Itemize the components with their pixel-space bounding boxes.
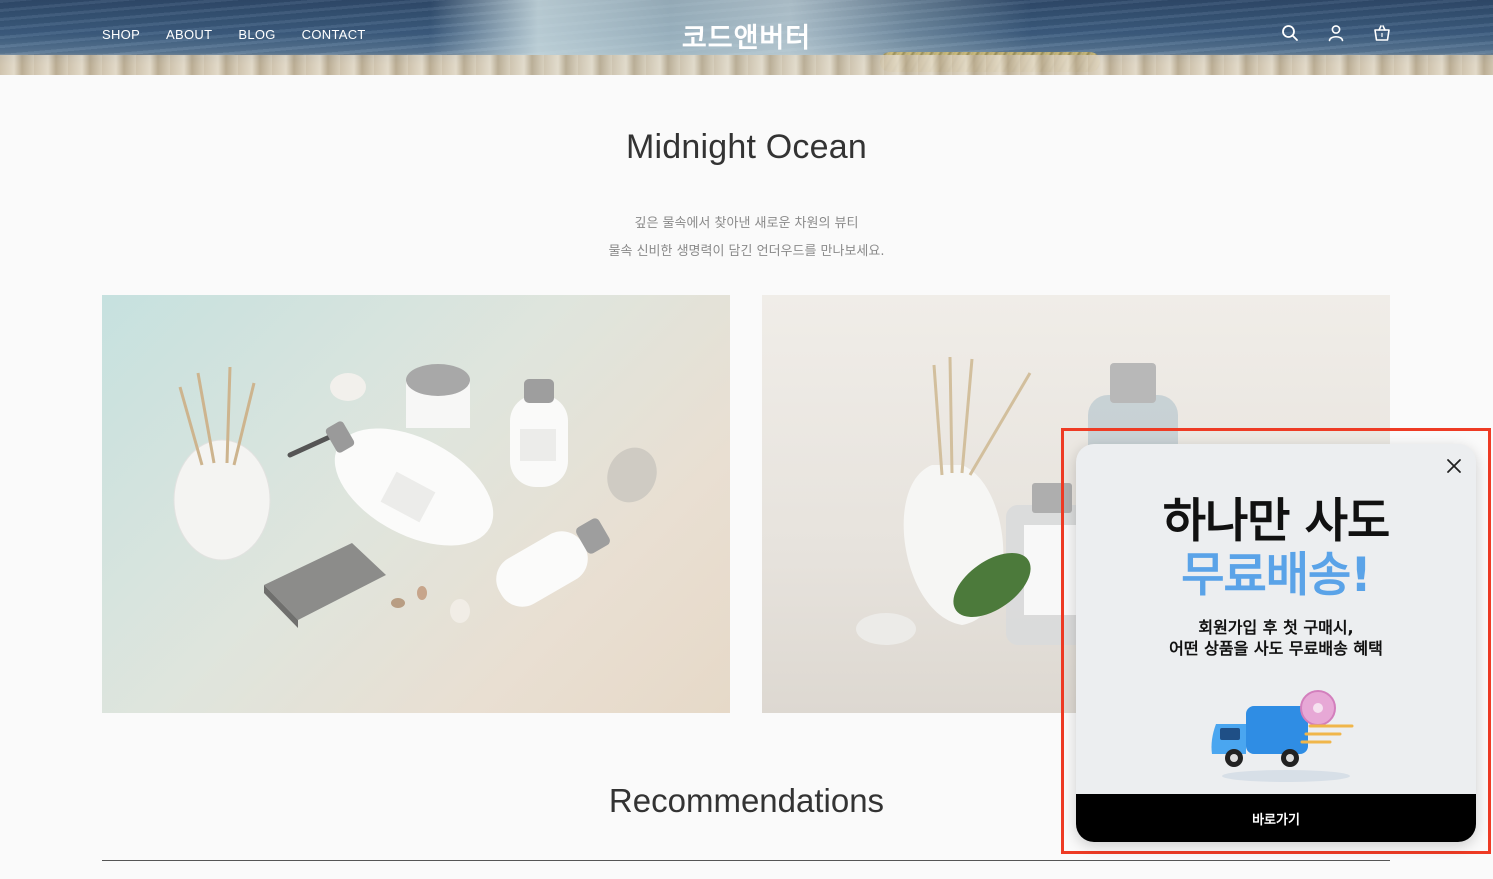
delivery-truck-icon	[1206, 684, 1356, 784]
header-icons	[1281, 24, 1393, 44]
page-title: Midnight Ocean	[626, 128, 867, 166]
popup-subtext-line-2: 어떤 상품을 사도 무료배송 혜택	[1169, 639, 1383, 658]
site-logo[interactable]: 코드앤버터	[0, 16, 1493, 55]
header-rocks-image	[0, 55, 1493, 75]
header-banner: SHOP ABOUT BLOG CONTACT 코드앤버터	[0, 0, 1493, 75]
popup-subtext: 회원가입 후 첫 구매시, 어떤 상품을 사도 무료배송 혜택	[1076, 617, 1476, 659]
promo-popup: 하나만 사도 무료배송! 회원가입 후 첫 구매시, 어떤 상품을 사도 무료배…	[1076, 444, 1476, 842]
product-photo-left[interactable]	[102, 295, 730, 713]
description-line-1: 깊은 물속에서 찾아낸 새로운 차원의 뷰티	[634, 216, 859, 231]
search-icon[interactable]	[1281, 24, 1301, 44]
popup-subtext-line-1: 회원가입 후 첫 구매시,	[1198, 618, 1354, 637]
popup-headline-accent: 무료배송!	[1181, 548, 1371, 603]
shopping-bag-icon[interactable]	[1373, 24, 1393, 44]
close-icon[interactable]	[1444, 456, 1464, 476]
user-icon[interactable]	[1327, 24, 1347, 44]
description-line-2: 물속 신비한 생명력이 담긴 언더우드를 만나보세요.	[608, 244, 885, 259]
cosmetics-flatlay-image	[173, 364, 657, 628]
page-description: 깊은 물속에서 찾아낸 새로운 차원의 뷰티 물속 신비한 생명력이 담긴 언더…	[0, 210, 1493, 266]
go-now-button[interactable]: 바로가기	[1076, 794, 1476, 842]
section-divider	[102, 860, 1390, 861]
